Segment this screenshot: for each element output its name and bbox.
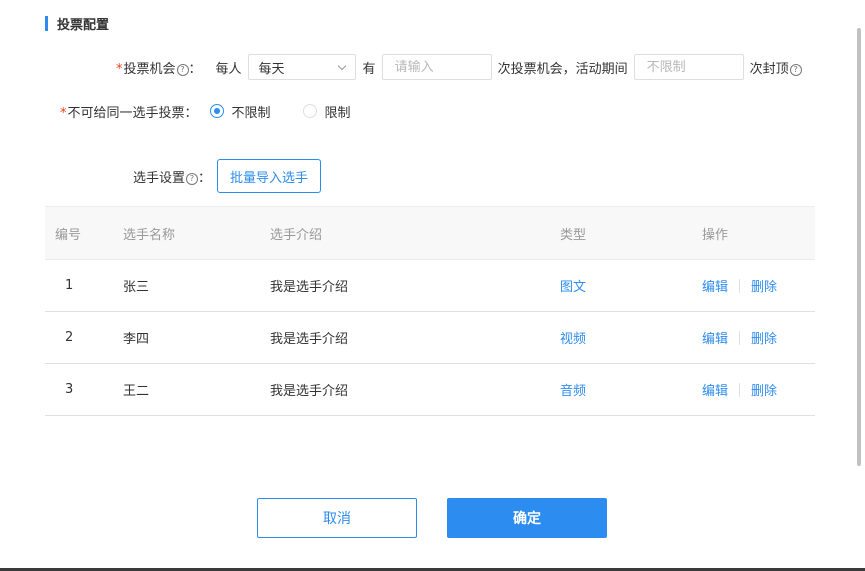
vote-cap-input[interactable] [633, 54, 744, 80]
edit-link[interactable]: 编辑 [702, 328, 728, 347]
edit-link[interactable]: 编辑 [702, 276, 728, 295]
same-player-row: *不可给同一选手投票： 不限制 限制 [60, 102, 351, 121]
radio-unlimited[interactable]: 不限制 [209, 102, 271, 121]
header-name: 选手名称 [122, 206, 269, 260]
help-icon[interactable]: ? [186, 172, 199, 185]
section-accent-bar [45, 15, 48, 31]
cell-name: 李四 [122, 311, 269, 364]
vertical-scrollbar[interactable] [857, 28, 861, 466]
cell-type: 音频 [559, 363, 701, 416]
delete-link[interactable]: 删除 [751, 380, 777, 399]
cell-id: 2 [45, 311, 122, 364]
same-player-label: *不可给同一选手投票： [60, 105, 198, 121]
table-row: 1 张三 我是选手介绍 图文 编辑 删除 [45, 259, 815, 312]
type-link[interactable]: 音频 [560, 384, 586, 399]
cell-type: 图文 [559, 259, 701, 312]
section-title: 投票配置 [57, 17, 110, 33]
period-select-value: 每天 [258, 61, 285, 77]
cell-name: 张三 [122, 259, 269, 312]
type-link[interactable]: 图文 [560, 280, 586, 295]
cell-name: 王二 [122, 363, 269, 416]
chevron-down-icon [337, 61, 346, 70]
type-link[interactable]: 视频 [560, 332, 586, 347]
header-type: 类型 [559, 206, 701, 260]
cell-intro: 我是选手介绍 [269, 311, 559, 364]
has-text: 有 [362, 61, 376, 77]
vote-count-input[interactable] [381, 54, 492, 80]
cell-id: 3 [45, 363, 122, 416]
divider [739, 330, 741, 345]
delete-link[interactable]: 删除 [751, 328, 777, 347]
header-intro: 选手介绍 [269, 206, 559, 260]
radio-checked-icon[interactable] [209, 104, 224, 118]
table-header-row: 编号 选手名称 选手介绍 类型 操作 [45, 206, 815, 260]
divider [739, 278, 741, 293]
help-icon[interactable]: ? [176, 63, 189, 76]
cell-intro: 我是选手介绍 [269, 259, 559, 312]
cell-type: 视频 [559, 311, 701, 364]
cell-actions: 编辑 删除 [701, 311, 815, 364]
vote-chance-row: *投票机会?： 每人 每天 有 次投票机会，活动期间 次封顶? [116, 54, 802, 80]
cell-actions: 编辑 删除 [701, 363, 815, 416]
help-icon[interactable]: ? [789, 63, 802, 76]
header-id: 编号 [45, 206, 122, 260]
cell-intro: 我是选手介绍 [269, 363, 559, 416]
per-person-text: 每人 [215, 61, 242, 77]
confirm-button[interactable]: 确定 [447, 498, 607, 538]
cell-actions: 编辑 删除 [701, 259, 815, 312]
table-row: 3 王二 我是选手介绍 音频 编辑 删除 [45, 363, 815, 416]
edit-link[interactable]: 编辑 [702, 380, 728, 399]
player-settings-label: 选手设置?： [133, 170, 212, 186]
section-header: 投票配置 [45, 15, 110, 33]
vote-config-dialog: 投票配置 *投票机会?： 每人 每天 有 次投票机会，活动期间 次封顶? *不可… [0, 0, 865, 571]
vote-chance-label: *投票机会?： [116, 61, 202, 77]
cell-id: 1 [45, 259, 122, 312]
vote-chance-mid-text: 次投票机会，活动期间 [497, 61, 628, 77]
radio-unlimited-label: 不限制 [231, 105, 271, 121]
dialog-footer: 取消 确定 [257, 498, 607, 538]
batch-import-button[interactable]: 批量导入选手 [217, 159, 322, 193]
radio-limited[interactable]: 限制 [302, 102, 351, 121]
radio-unchecked-icon[interactable] [302, 104, 317, 118]
vote-cap-suffix: 次封顶? [750, 58, 802, 77]
delete-link[interactable]: 删除 [751, 276, 777, 295]
radio-limited-label: 限制 [324, 105, 351, 121]
cancel-button[interactable]: 取消 [257, 498, 417, 538]
divider [739, 382, 741, 397]
player-settings-row: 选手设置?： 批量导入选手 [133, 158, 322, 194]
period-select[interactable]: 每天 [247, 54, 356, 80]
header-actions: 操作 [701, 206, 815, 260]
table-row: 2 李四 我是选手介绍 视频 编辑 删除 [45, 311, 815, 364]
players-table: 编号 选手名称 选手介绍 类型 操作 1 张三 我是选手介绍 图文 编辑 删除 2… [45, 206, 815, 416]
